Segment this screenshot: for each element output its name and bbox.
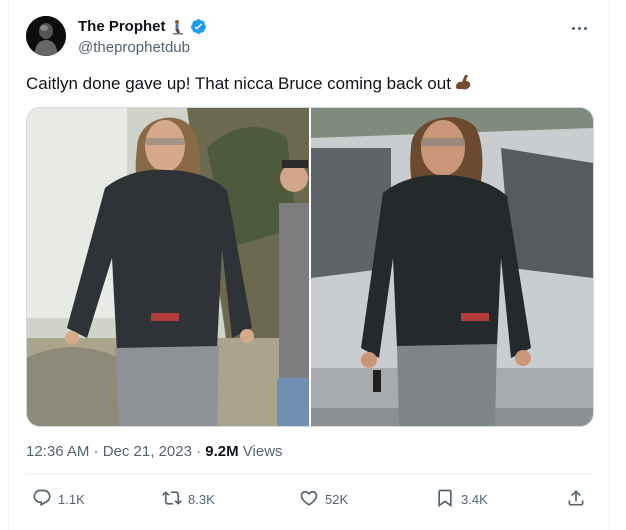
reply-count: 1.1K bbox=[58, 492, 85, 507]
reply-icon bbox=[32, 488, 52, 511]
tweet-meta: 12:36 AM · Dec 21, 2023 · 9.2M Views bbox=[26, 443, 283, 460]
share-button[interactable] bbox=[566, 488, 586, 511]
author-name-row: The Prophet bbox=[78, 18, 207, 35]
tweet-timestamp[interactable]: 12:36 AM · Dec 21, 2023 · bbox=[26, 443, 205, 460]
media-grid bbox=[26, 107, 594, 427]
divider bbox=[26, 474, 592, 475]
tweet-photo-2[interactable] bbox=[311, 108, 593, 426]
bookmark-icon bbox=[435, 488, 455, 511]
views-label: Views bbox=[238, 443, 283, 460]
repost-icon bbox=[162, 488, 182, 511]
repost-count: 8.3K bbox=[188, 492, 215, 507]
action-bar: 1.1K 8.3K 52K 3.4K bbox=[26, 488, 592, 516]
bookmark-button[interactable]: 3.4K bbox=[435, 488, 488, 511]
repost-button[interactable]: 8.3K bbox=[162, 488, 215, 511]
like-count: 52K bbox=[325, 492, 349, 507]
author-display-name[interactable]: The Prophet bbox=[78, 18, 166, 35]
bookmark-count: 3.4K bbox=[461, 492, 488, 507]
tweet-text: Caitlyn done gave up! That nicca Bruce c… bbox=[26, 72, 586, 95]
tweet-body: Caitlyn done gave up! That nicca Bruce c… bbox=[26, 74, 451, 93]
praying-kneel-emoji-icon bbox=[170, 19, 186, 35]
verified-badge-icon bbox=[190, 18, 207, 35]
reply-button[interactable]: 1.1K bbox=[32, 488, 85, 511]
views-count: 9.2M bbox=[205, 443, 239, 460]
heart-icon bbox=[299, 488, 319, 511]
author-avatar[interactable] bbox=[26, 16, 66, 56]
author-handle[interactable]: @theprophetdub bbox=[78, 39, 190, 56]
share-icon bbox=[566, 488, 586, 511]
flexed-biceps-emoji-icon bbox=[453, 72, 473, 92]
like-button[interactable]: 52K bbox=[299, 488, 348, 511]
tweet-photo-1[interactable] bbox=[27, 108, 309, 426]
more-options-icon[interactable] bbox=[572, 22, 592, 34]
